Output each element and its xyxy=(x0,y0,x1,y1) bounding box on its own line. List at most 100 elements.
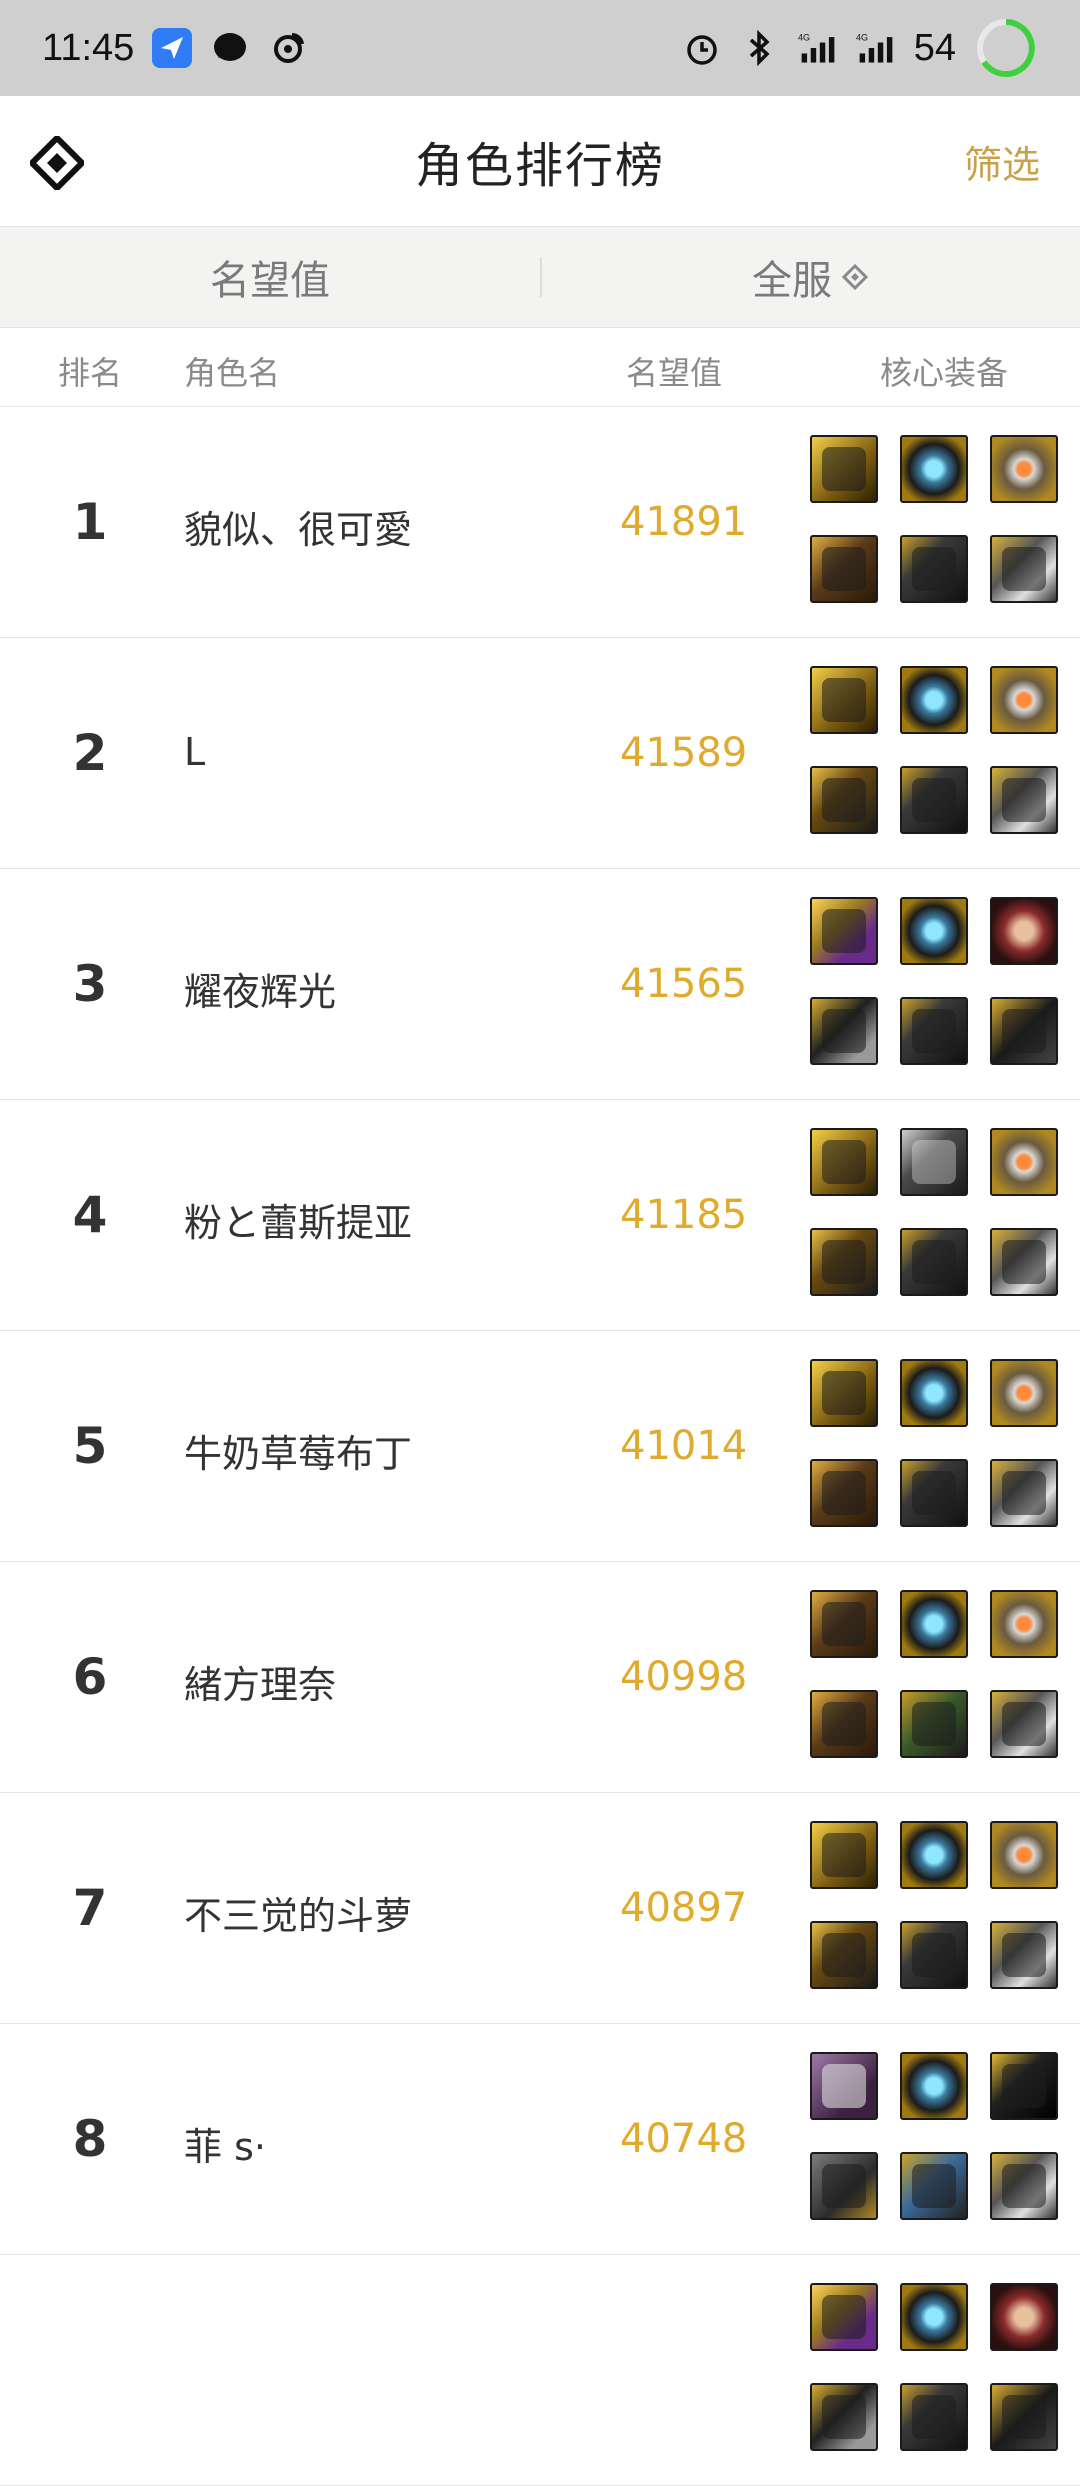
equipment-icon[interactable] xyxy=(900,766,968,834)
equipment-icon[interactable] xyxy=(990,435,1058,503)
equipment-icon[interactable] xyxy=(810,435,878,503)
equipment-icon[interactable] xyxy=(990,2152,1058,2220)
table-row[interactable] xyxy=(0,2255,1080,2486)
core-gear-grid xyxy=(810,1590,1058,1758)
reputation-score: 41014 xyxy=(620,1423,748,1469)
equipment-icon[interactable] xyxy=(990,1459,1058,1527)
rank-number: 8 xyxy=(72,2110,108,2168)
battery-level: 54 xyxy=(913,26,956,69)
equipment-icon[interactable] xyxy=(990,666,1058,734)
table-row[interactable]: 2 L 41589 xyxy=(0,638,1080,869)
character-name: L xyxy=(184,730,206,774)
core-gear-grid xyxy=(810,897,1058,1065)
equipment-icon[interactable] xyxy=(990,1590,1058,1658)
reputation-score: 40897 xyxy=(620,1885,748,1931)
app-logo-icon[interactable] xyxy=(27,133,87,193)
column-gear: 核心装备 xyxy=(880,354,1009,392)
equipment-icon[interactable] xyxy=(900,2052,968,2120)
equipment-icon[interactable] xyxy=(990,1228,1058,1296)
dropdown-diamond-icon xyxy=(841,254,869,300)
equipment-icon[interactable] xyxy=(900,997,968,1065)
bluetooth-icon xyxy=(740,28,780,68)
reputation-score: 41589 xyxy=(620,730,748,776)
equipment-icon[interactable] xyxy=(900,1821,968,1889)
tab-label: 全服 xyxy=(752,258,832,304)
equipment-icon[interactable] xyxy=(810,1228,878,1296)
chat-bubble-icon xyxy=(210,28,250,68)
equipment-icon[interactable] xyxy=(810,1128,878,1196)
equipment-icon[interactable] xyxy=(900,2152,968,2220)
equipment-icon[interactable] xyxy=(810,1359,878,1427)
equipment-icon[interactable] xyxy=(810,1921,878,1989)
table-row[interactable]: 5 牛奶草莓布丁 41014 xyxy=(0,1331,1080,1562)
table-row[interactable]: 8 菲 s· 40748 xyxy=(0,2024,1080,2255)
equipment-icon[interactable] xyxy=(810,2383,878,2451)
equipment-icon[interactable] xyxy=(990,1690,1058,1758)
status-right: 4G 4G 54 xyxy=(682,16,1038,80)
equipment-icon[interactable] xyxy=(990,997,1058,1065)
equipment-icon[interactable] xyxy=(810,2283,878,2351)
core-gear-grid xyxy=(810,2283,1058,2451)
rank-number: 1 xyxy=(72,493,108,551)
ranking-list: 1 貌似、很可愛 41891 2 L 41589 3 耀夜辉光 41565 4 粉と蕾斯提亚 4118… xyxy=(0,407,1080,2486)
equipment-icon[interactable] xyxy=(990,535,1058,603)
equipment-icon[interactable] xyxy=(900,1590,968,1658)
equipment-icon[interactable] xyxy=(900,1228,968,1296)
table-row[interactable]: 4 粉と蕾斯提亚 41185 xyxy=(0,1100,1080,1331)
equipment-icon[interactable] xyxy=(900,535,968,603)
tab-reputation[interactable]: 名望值 xyxy=(0,248,540,306)
tab-divider xyxy=(540,257,542,297)
equipment-icon[interactable] xyxy=(990,1921,1058,1989)
tab-server-select[interactable]: 全服 xyxy=(540,248,1080,306)
equipment-icon[interactable] xyxy=(900,1921,968,1989)
equipment-icon[interactable] xyxy=(990,897,1058,965)
tab-label: 名望值 xyxy=(210,258,330,304)
equipment-icon[interactable] xyxy=(900,435,968,503)
equipment-icon[interactable] xyxy=(810,1459,878,1527)
table-row[interactable]: 1 貌似、很可愛 41891 xyxy=(0,407,1080,638)
equipment-icon[interactable] xyxy=(810,666,878,734)
equipment-icon[interactable] xyxy=(990,1821,1058,1889)
table-row[interactable]: 7 不三觉的斗萝 40897 xyxy=(0,1793,1080,2024)
table-row[interactable]: 3 耀夜辉光 41565 xyxy=(0,869,1080,1100)
filter-button[interactable]: 筛选 xyxy=(964,134,1040,189)
equipment-icon[interactable] xyxy=(810,1821,878,1889)
rank-number: 5 xyxy=(72,1417,108,1475)
alarm-icon xyxy=(682,28,722,68)
equipment-icon[interactable] xyxy=(810,535,878,603)
equipment-icon[interactable] xyxy=(810,2152,878,2220)
table-row[interactable]: 6 緒方理奈 40998 xyxy=(0,1562,1080,1793)
equipment-icon[interactable] xyxy=(900,897,968,965)
equipment-icon[interactable] xyxy=(990,2383,1058,2451)
equipment-icon[interactable] xyxy=(810,997,878,1065)
equipment-icon[interactable] xyxy=(990,1359,1058,1427)
equipment-icon[interactable] xyxy=(810,1590,878,1658)
equipment-icon[interactable] xyxy=(900,1459,968,1527)
equipment-icon[interactable] xyxy=(810,2052,878,2120)
rank-number: 4 xyxy=(72,1186,108,1244)
equipment-icon[interactable] xyxy=(900,1690,968,1758)
equipment-icon[interactable] xyxy=(990,1128,1058,1196)
rank-number: 7 xyxy=(72,1879,108,1937)
equipment-icon[interactable] xyxy=(810,897,878,965)
equipment-icon[interactable] xyxy=(810,766,878,834)
equipment-icon[interactable] xyxy=(990,2052,1058,2120)
equipment-icon[interactable] xyxy=(990,2283,1058,2351)
equipment-icon[interactable] xyxy=(900,2383,968,2451)
rank-number: 6 xyxy=(72,1648,108,1706)
equipment-icon[interactable] xyxy=(900,1359,968,1427)
character-name: 菲 s· xyxy=(184,2125,266,2169)
core-gear-grid xyxy=(810,435,1058,603)
equipment-icon[interactable] xyxy=(900,1128,968,1196)
navigation-arrow-icon xyxy=(152,28,193,68)
status-bar: 11:45 4G 4G 54 xyxy=(0,0,1080,96)
equipment-icon[interactable] xyxy=(990,766,1058,834)
rank-number: 2 xyxy=(72,724,108,782)
ranking-tabs: 名望值 全服 xyxy=(0,227,1080,328)
equipment-icon[interactable] xyxy=(900,2283,968,2351)
character-name: 貌似、很可愛 xyxy=(184,508,413,552)
core-gear-grid xyxy=(810,1359,1058,1527)
core-gear-grid xyxy=(810,1128,1058,1296)
equipment-icon[interactable] xyxy=(900,666,968,734)
equipment-icon[interactable] xyxy=(810,1690,878,1758)
